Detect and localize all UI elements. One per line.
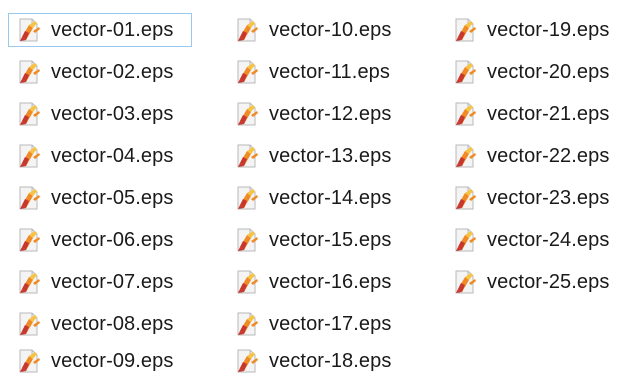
file-name: vector-14.eps xyxy=(269,186,392,209)
eps-file-icon xyxy=(452,59,478,85)
file-name: vector-13.eps xyxy=(269,144,392,167)
file-name: vector-16.eps xyxy=(269,270,392,293)
file-item[interactable]: vector-06.eps xyxy=(8,223,192,257)
file-name: vector-07.eps xyxy=(51,270,174,293)
file-name: vector-19.eps xyxy=(487,18,610,41)
eps-file-icon xyxy=(452,101,478,127)
eps-file-icon xyxy=(16,348,42,374)
file-item[interactable]: vector-04.eps xyxy=(8,139,192,173)
file-item[interactable]: vector-20.eps xyxy=(444,55,630,89)
file-item[interactable]: vector-14.eps xyxy=(226,181,416,215)
eps-file-icon xyxy=(452,227,478,253)
file-item[interactable]: vector-12.eps xyxy=(226,97,416,131)
eps-file-icon xyxy=(16,101,42,127)
eps-file-icon xyxy=(452,269,478,295)
file-item[interactable]: vector-08.eps xyxy=(8,307,192,341)
file-name: vector-23.eps xyxy=(487,186,610,209)
file-item[interactable]: vector-17.eps xyxy=(226,307,416,341)
file-item[interactable]: vector-19.eps xyxy=(444,13,630,47)
eps-file-icon xyxy=(234,17,260,43)
eps-file-icon xyxy=(234,59,260,85)
eps-file-icon xyxy=(234,143,260,169)
file-name: vector-09.eps xyxy=(51,349,174,372)
file-item[interactable]: vector-16.eps xyxy=(226,265,416,299)
file-item[interactable]: vector-01.eps xyxy=(8,13,192,47)
eps-file-icon xyxy=(452,17,478,43)
file-name: vector-18.eps xyxy=(269,349,392,372)
file-name: vector-03.eps xyxy=(51,102,174,125)
file-name: vector-25.eps xyxy=(487,270,610,293)
eps-file-icon xyxy=(234,185,260,211)
eps-file-icon xyxy=(234,348,260,374)
eps-file-icon xyxy=(16,269,42,295)
file-name: vector-24.eps xyxy=(487,228,610,251)
file-item[interactable]: vector-02.eps xyxy=(8,55,192,89)
file-name: vector-11.eps xyxy=(269,60,390,83)
file-name: vector-17.eps xyxy=(269,312,392,335)
file-item[interactable]: vector-18.eps xyxy=(226,344,416,378)
file-name: vector-05.eps xyxy=(51,186,174,209)
file-item[interactable]: vector-22.eps xyxy=(444,139,630,173)
eps-file-icon xyxy=(452,143,478,169)
file-item[interactable]: vector-21.eps xyxy=(444,97,630,131)
eps-file-icon xyxy=(234,101,260,127)
file-item[interactable]: vector-25.eps xyxy=(444,265,630,299)
file-name: vector-08.eps xyxy=(51,312,174,335)
file-name: vector-15.eps xyxy=(269,228,392,251)
file-name: vector-22.eps xyxy=(487,144,610,167)
eps-file-icon xyxy=(16,59,42,85)
eps-file-icon xyxy=(234,311,260,337)
file-item[interactable]: vector-10.eps xyxy=(226,13,416,47)
eps-file-icon xyxy=(234,227,260,253)
file-name: vector-06.eps xyxy=(51,228,174,251)
eps-file-icon xyxy=(16,143,42,169)
file-item[interactable]: vector-23.eps xyxy=(444,181,630,215)
file-name: vector-01.eps xyxy=(51,18,174,41)
file-name: vector-10.eps xyxy=(269,18,392,41)
file-list-pane: vector-01.eps vector-02.eps vector-03.ep… xyxy=(0,0,632,378)
file-item[interactable]: vector-07.eps xyxy=(8,265,192,299)
eps-file-icon xyxy=(16,185,42,211)
eps-file-icon xyxy=(16,227,42,253)
file-name: vector-21.eps xyxy=(487,102,610,125)
file-item[interactable]: vector-15.eps xyxy=(226,223,416,257)
file-item[interactable]: vector-13.eps xyxy=(226,139,416,173)
file-name: vector-04.eps xyxy=(51,144,174,167)
file-name: vector-02.eps xyxy=(51,60,174,83)
file-name: vector-12.eps xyxy=(269,102,392,125)
file-item[interactable]: vector-05.eps xyxy=(8,181,192,215)
file-item[interactable]: vector-03.eps xyxy=(8,97,192,131)
eps-file-icon xyxy=(16,17,42,43)
eps-file-icon xyxy=(452,185,478,211)
file-name: vector-20.eps xyxy=(487,60,610,83)
eps-file-icon xyxy=(234,269,260,295)
file-item[interactable]: vector-09.eps xyxy=(8,344,192,378)
file-item[interactable]: vector-11.eps xyxy=(226,55,416,89)
eps-file-icon xyxy=(16,311,42,337)
file-item[interactable]: vector-24.eps xyxy=(444,223,630,257)
